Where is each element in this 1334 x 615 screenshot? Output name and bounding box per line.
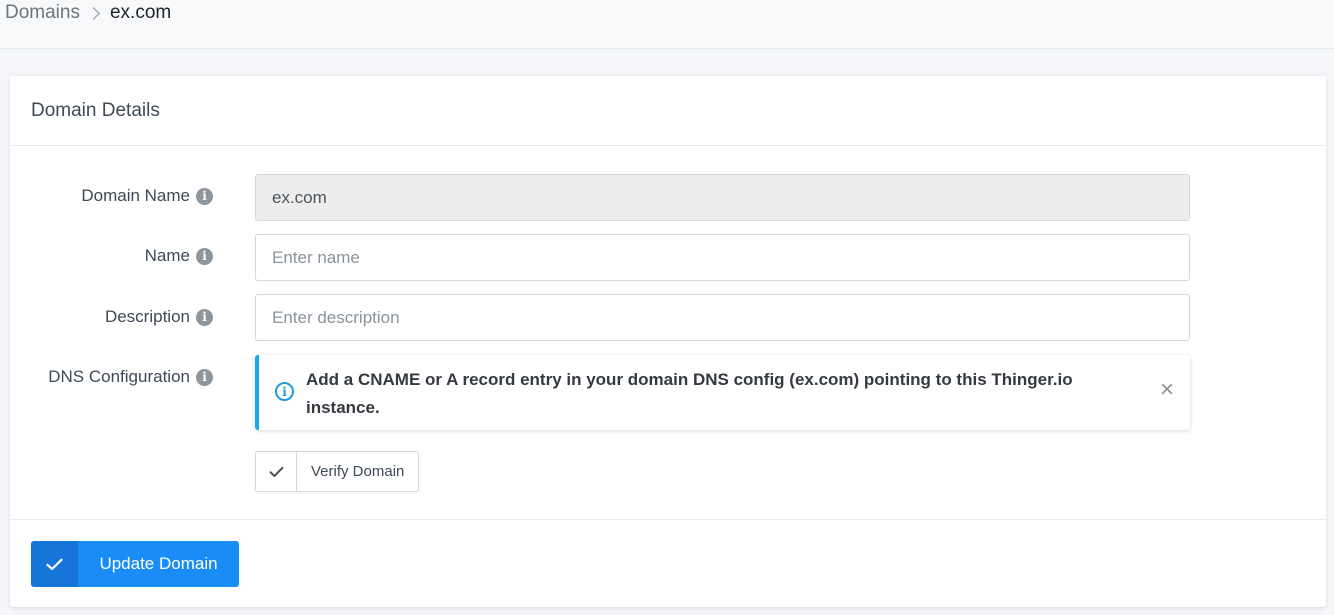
dns-alert-text: Add a CNAME or A record entry in your do…	[306, 370, 1073, 417]
breadcrumb: Domains ex.com	[5, 2, 171, 24]
update-domain-button[interactable]: Update Domain	[31, 541, 239, 587]
info-icon[interactable]: i	[196, 187, 213, 205]
breadcrumb-domains-link[interactable]: Domains	[5, 2, 80, 24]
description-label-text: Description	[104, 307, 190, 326]
breadcrumb-current: ex.com	[109, 2, 172, 23]
verify-domain-button[interactable]: Verify Domain	[255, 451, 420, 492]
dns-config-label-text: DNS Configuration	[48, 367, 190, 386]
name-input[interactable]	[255, 234, 1190, 281]
check-icon	[31, 541, 78, 587]
name-label: Name i	[145, 246, 213, 266]
info-icon[interactable]: i	[196, 308, 213, 326]
description-label: Description i	[105, 307, 213, 327]
dns-info-alert: i Add a CNAME or A record entry in your …	[255, 355, 1190, 430]
info-icon[interactable]: i	[196, 247, 213, 265]
top-bar: Domains ex.com	[0, 0, 1334, 49]
check-icon	[256, 452, 297, 491]
domain-name-label-text: Domain Name	[81, 186, 190, 205]
update-domain-label: Update Domain	[99, 554, 218, 573]
info-circle-icon: i	[275, 382, 294, 401]
domain-name-input	[255, 174, 1190, 221]
description-input[interactable]	[255, 294, 1190, 341]
domain-name-label: Domain Name i	[81, 186, 213, 206]
card-header: Domain Details	[10, 76, 1326, 146]
card-title: Domain Details	[31, 100, 160, 121]
footer-divider	[10, 519, 1326, 520]
chevron-right-icon	[87, 6, 100, 20]
dns-config-label: DNS Configuration i	[48, 367, 213, 387]
name-label-text: Name	[144, 246, 190, 265]
info-icon[interactable]: i	[196, 368, 213, 386]
verify-domain-label: Verify Domain	[311, 463, 405, 480]
domain-details-card: Domain Details Domain Name i Name i Desc…	[10, 76, 1326, 607]
close-icon[interactable]: ×	[1156, 378, 1178, 402]
